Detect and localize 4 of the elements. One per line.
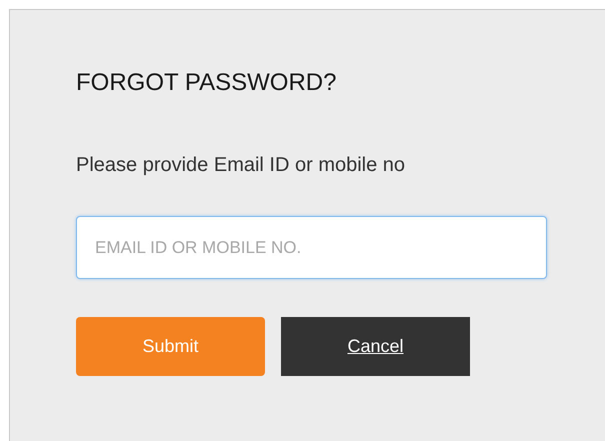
cancel-button[interactable]: Cancel [281,317,470,376]
instruction-text: Please provide Email ID or mobile no [76,153,406,178]
form-title: FORGOT PASSWORD? [76,68,336,98]
email-field[interactable]: EMAIL ID OR MOBILE NO. [76,216,547,279]
